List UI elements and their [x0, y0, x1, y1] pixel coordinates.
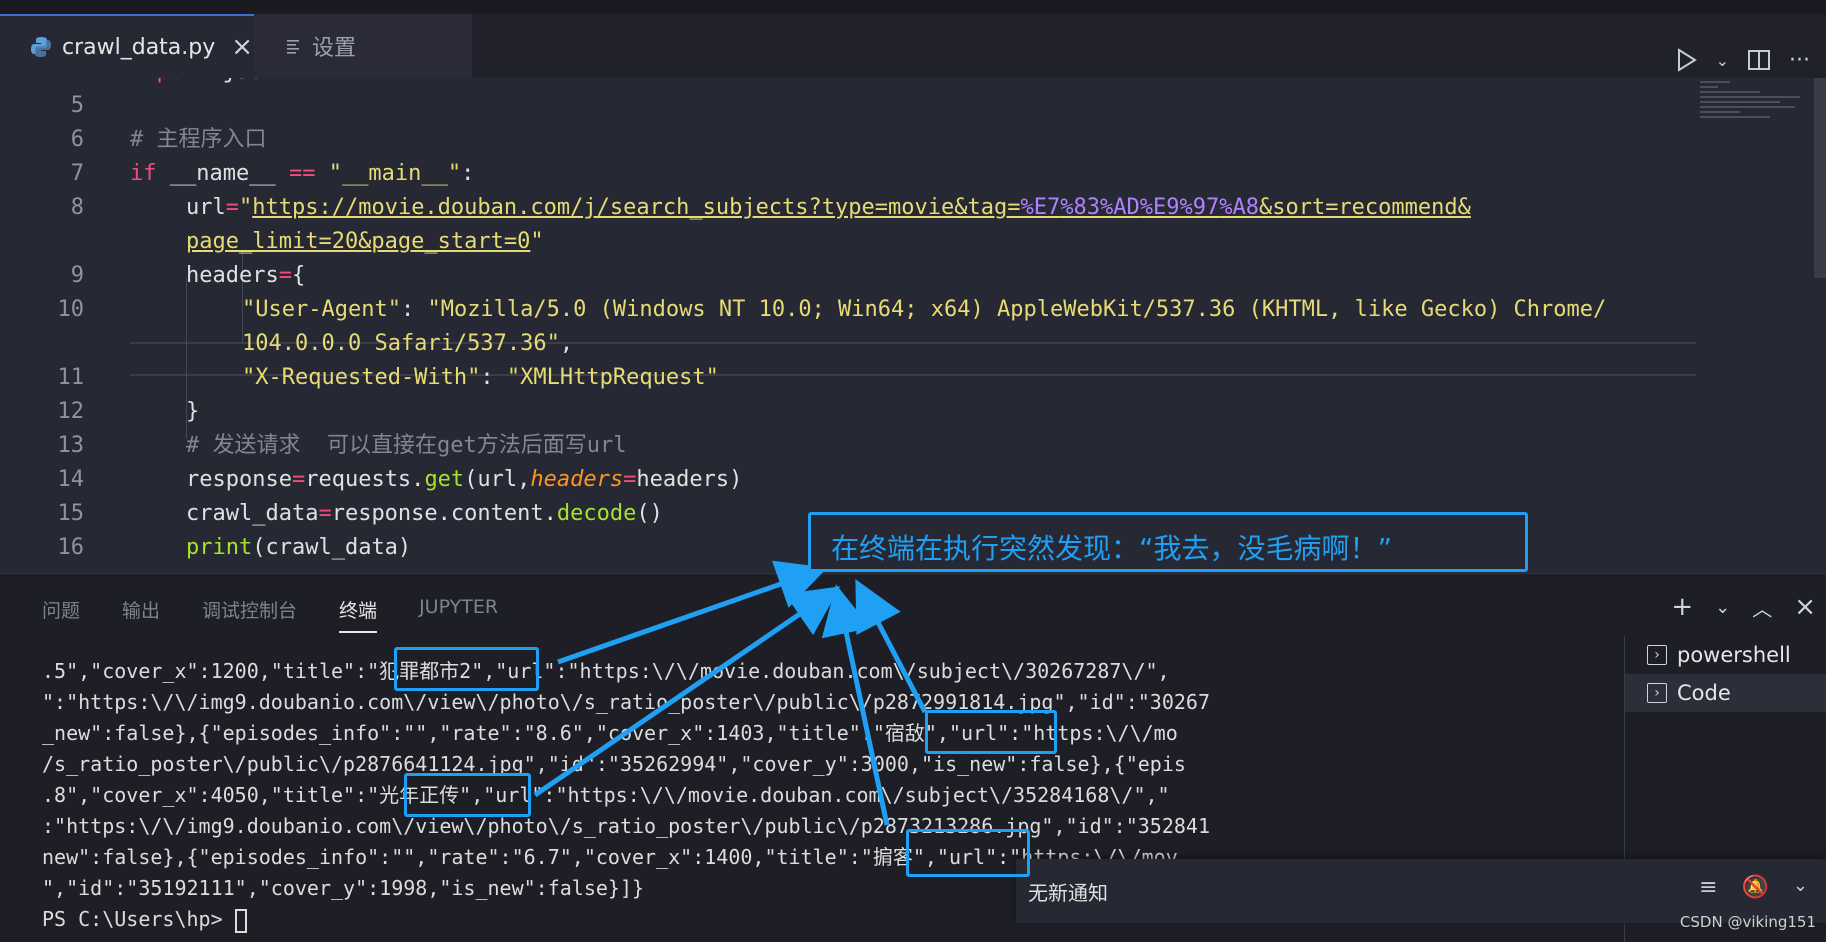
terminal-line: .8","cover_x":4050,"title":"光年正传","url":… [42, 783, 1170, 807]
maximize-panel-icon[interactable]: ︿ [1752, 593, 1772, 622]
code-line: # 主程序入口 [130, 127, 267, 152]
tab-jupyter[interactable]: JUPYTER [419, 596, 498, 633]
cursor [234, 908, 247, 933]
code-line: import json [130, 78, 276, 89]
more-actions-icon[interactable]: ··· [1789, 48, 1810, 73]
add-terminal-icon[interactable]: + [1671, 592, 1693, 622]
terminal-icon: › [1647, 683, 1667, 703]
tab-crawl-data[interactable]: crawl_data.py × [0, 14, 254, 78]
code-line-wrap: page_limit=20&page_start=0" [186, 229, 544, 254]
line-number: 12 [57, 399, 85, 424]
settings-list-icon [287, 40, 299, 54]
run-icon[interactable] [1676, 48, 1698, 72]
highlight-box [394, 647, 539, 691]
line-number: 4 [0, 78, 84, 89]
code-line: "X-Requested-With": "XMLHttpRequest" [242, 365, 719, 390]
code-line: headers={ [186, 263, 306, 288]
tab-debug-console[interactable]: 调试控制台 [202, 596, 297, 633]
do-not-disturb-icon[interactable]: 🔕 [1742, 875, 1769, 900]
highlight-box [906, 829, 1030, 877]
code-line: print(crawl_data) [186, 535, 412, 560]
code-line: "User-Agent": "Mozilla/5.0 (Windows NT 1… [242, 297, 1607, 322]
terminal-line: /s_ratio_poster\/public\/p2876641124.jpg… [42, 752, 1186, 776]
terminal-line: ":"https:\/\/img9.doubanio.com\/view\/ph… [42, 690, 1210, 714]
line-number: 5 [70, 93, 84, 118]
chevron-down-icon[interactable]: ⌄ [1716, 51, 1729, 70]
highlight-box [404, 773, 531, 817]
line-number: 16 [57, 535, 85, 560]
terminal-line: .5","cover_x":1200,"title":"犯罪都市2","url"… [42, 659, 1170, 683]
code-line: crawl_data=response.content.decode() [186, 501, 663, 526]
line-number: 15 [57, 501, 85, 526]
python-icon [31, 37, 51, 57]
callout-text: 在终端在执行突然发现：“我去，没毛病啊！” [831, 532, 1393, 565]
code-line: url="https://movie.douban.com/j/search_s… [186, 195, 1471, 220]
tab-settings[interactable]: 设置 [254, 14, 472, 78]
highlight-box [925, 710, 1057, 754]
code-line-wrap: 104.0.0.0 Safari/537.36", [242, 331, 574, 356]
terminal-line: :"https:\/\/img9.doubanio.com\/view\/pho… [42, 814, 1210, 838]
window-top-strip [0, 0, 1826, 14]
terminal-item-powershell[interactable]: › powershell [1625, 636, 1826, 674]
chevron-down-icon[interactable]: ⌄ [1793, 875, 1808, 900]
chevron-down-icon[interactable]: ⌄ [1715, 597, 1730, 618]
editor-tab-bar: crawl_data.py × 设置 ⌄ ··· [0, 14, 1826, 78]
terminal-line: _new":false},{"episodes_info":"","rate":… [42, 721, 1178, 745]
annotation-callout: 在终端在执行突然发现：“我去，没毛病啊！” [808, 512, 1528, 572]
line-number: 8 [70, 195, 84, 220]
minimap[interactable] [1696, 78, 1811, 218]
panel-tabs: 问题 输出 调试控制台 终端 JUPYTER [42, 596, 540, 633]
code-line: if __name__ == "__main__": [130, 161, 475, 186]
terminal-prompt: PS C:\Users\hp> [42, 907, 235, 931]
panel-actions: + ⌄ ︿ × [1671, 592, 1816, 622]
notification-actions: ≡ 🔕 ⌄ [1699, 875, 1808, 900]
tab-label: 设置 [312, 36, 357, 61]
split-editor-icon[interactable] [1747, 49, 1771, 71]
tab-problems[interactable]: 问题 [42, 596, 80, 633]
code-line: # 发送请求 可以直接在get方法后面写url [186, 433, 627, 458]
clear-notifications-icon[interactable]: ≡ [1699, 875, 1717, 900]
line-number: 11 [57, 365, 85, 390]
code-line: } [186, 399, 200, 424]
line-number: 14 [57, 467, 85, 492]
code-editor[interactable]: 4 5 6 7 8 9 10 11 12 13 14 15 16 import … [0, 78, 1826, 573]
line-number: 7 [70, 161, 84, 186]
line-number: 6 [70, 127, 84, 152]
close-panel-icon[interactable]: × [1794, 592, 1816, 622]
notification-text: 无新通知 [1028, 880, 1108, 905]
close-icon[interactable]: × [231, 34, 253, 60]
code-line: response=requests.get(url,headers=header… [186, 467, 743, 492]
tab-terminal[interactable]: 终端 [339, 596, 378, 633]
watermark: CSDN @viking151 [1679, 913, 1816, 931]
vertical-scrollbar[interactable] [1814, 78, 1826, 278]
line-number: 13 [57, 433, 85, 458]
tab-output[interactable]: 输出 [122, 596, 160, 633]
terminal-icon: › [1647, 645, 1667, 665]
tab-label: crawl_data.py [62, 34, 216, 60]
line-number: 10 [57, 297, 85, 322]
line-number: 9 [70, 263, 84, 288]
terminal-item-code[interactable]: › Code [1625, 674, 1826, 712]
